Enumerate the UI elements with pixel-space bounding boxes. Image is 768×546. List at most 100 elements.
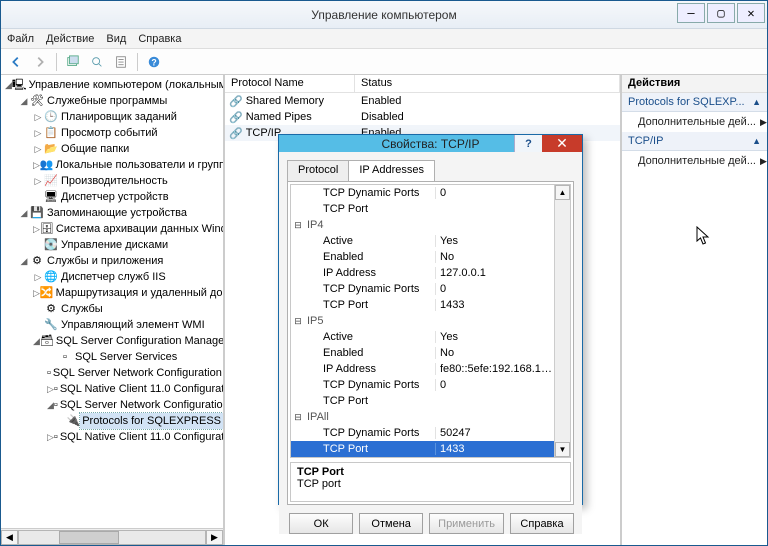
protocol-name: Named Pipes <box>246 111 312 123</box>
scroll-thumb[interactable] <box>59 531 119 544</box>
tab-ip-addresses[interactable]: IP Addresses <box>348 160 435 181</box>
toolbar-icon-2[interactable] <box>86 52 108 72</box>
tree-sqlnetcfg32[interactable]: SQL Server Network Configuration (32 <box>51 365 223 381</box>
tree-tools[interactable]: Служебные программы <box>45 93 169 109</box>
collapse-toggle[interactable]: ⊟ <box>291 220 305 231</box>
menu-view[interactable]: Вид <box>106 33 126 45</box>
tree-localusers[interactable]: Локальные пользователи и группы <box>54 157 223 173</box>
tree-sqlservices[interactable]: SQL Server Services <box>73 349 179 365</box>
wmi-icon: 🔧 <box>43 318 59 332</box>
pg-val[interactable]: 0 <box>435 187 554 199</box>
tree-perf[interactable]: Производительность <box>59 173 170 189</box>
col-status[interactable]: Status <box>355 75 620 92</box>
tree-diskmgmt[interactable]: Управление дисками <box>59 237 170 253</box>
pg-val-selected[interactable]: 1433 <box>435 443 554 455</box>
tree-hscrollbar[interactable]: ◀ ▶ <box>1 528 223 545</box>
scroll-down-button[interactable]: ▼ <box>555 442 570 457</box>
pg-val[interactable]: 50247 <box>435 427 554 439</box>
list-row[interactable]: 🔗Named Pipes Disabled <box>225 109 620 125</box>
pg-val[interactable]: No <box>435 347 554 359</box>
pg-val[interactable]: No <box>435 251 554 263</box>
folder-icon: 📂 <box>43 142 59 156</box>
pg-key: TCP Port <box>305 203 435 215</box>
cancel-button[interactable]: Отмена <box>359 513 423 534</box>
tree-wmi[interactable]: Управляющий элемент WMI <box>59 317 207 333</box>
tree-sqlcfg[interactable]: SQL Server Configuration Manager <box>54 333 223 349</box>
tree-devmgr[interactable]: Диспетчер устройств <box>59 189 171 205</box>
close-window-button[interactable]: ✕ <box>737 3 765 23</box>
tree-iis[interactable]: Диспетчер служб IIS <box>59 269 168 285</box>
back-button[interactable] <box>5 52 27 72</box>
pg-group[interactable]: IPAll <box>305 411 435 423</box>
rras-icon: 🔀 <box>40 286 54 300</box>
toolbar-properties-icon[interactable] <box>110 52 132 72</box>
forward-button[interactable] <box>29 52 51 72</box>
dialog-titlebar[interactable]: Свойства: TCP/IP ? ✕ <box>279 135 582 152</box>
diskmgmt-icon: 💽 <box>43 238 59 252</box>
tree-scheduler[interactable]: Планировщик заданий <box>59 109 179 125</box>
pg-val[interactable]: 127.0.0.1 <box>435 267 554 279</box>
collapse-icon: ▲ <box>752 136 761 146</box>
tree-snac11[interactable]: SQL Native Client 11.0 Configuration <box>58 429 223 445</box>
tree-sqlnetcfg[interactable]: SQL Server Network Configuration <box>58 397 223 413</box>
pg-group[interactable]: IP4 <box>305 219 435 231</box>
tree-pane: ◢🖳Управление компьютером (локальным) ◢🛠С… <box>1 75 225 545</box>
actions-section-protocols[interactable]: Protocols for SQLEXP... ▲ <box>622 93 767 112</box>
window-title: Управление компьютером <box>311 8 456 22</box>
maximize-button[interactable]: ▢ <box>707 3 735 23</box>
pg-key: IP Address <box>305 267 435 279</box>
scroll-up-button[interactable]: ▲ <box>555 185 570 200</box>
minimize-button[interactable]: — <box>677 3 705 23</box>
pg-val[interactable]: Yes <box>435 235 554 247</box>
tree-svcs[interactable]: Службы <box>59 301 105 317</box>
col-protocol-name[interactable]: Protocol Name <box>225 75 355 92</box>
tree-protocols[interactable]: Protocols for SQLEXPRESS <box>80 413 223 429</box>
pg-key: TCP Dynamic Ports <box>305 283 435 295</box>
scroll-right-button[interactable]: ▶ <box>206 530 223 545</box>
propgrid-vscrollbar[interactable]: ▲ ▼ <box>554 185 570 457</box>
actions-more-protocols[interactable]: Дополнительные дей...▶ <box>622 112 767 132</box>
dialog-close-button[interactable]: ✕ <box>542 135 582 152</box>
pg-val[interactable]: fe80::5efe:192.168.10.2%13 <box>435 363 554 375</box>
pg-key: TCP Port <box>305 443 435 455</box>
help-button[interactable]: Справка <box>510 513 574 534</box>
actions-more-tcpip[interactable]: Дополнительные дей...▶ <box>622 151 767 171</box>
actions-section-tcpip[interactable]: TCP/IP ▲ <box>622 132 767 151</box>
property-description: TCP Port TCP port <box>290 462 571 502</box>
menu-help[interactable]: Справка <box>138 33 181 45</box>
tree-root[interactable]: Управление компьютером (локальным) <box>27 77 223 93</box>
protocol-icon: 🔗 <box>229 127 243 140</box>
dialog-help-button[interactable]: ? <box>514 135 542 152</box>
tree-storage[interactable]: Запоминающие устройства <box>45 205 189 221</box>
pg-group[interactable]: IP5 <box>305 315 435 327</box>
iis-icon: 🌐 <box>43 270 59 284</box>
tab-protocol[interactable]: Protocol <box>287 160 349 181</box>
property-grid[interactable]: TCP Dynamic Ports0 TCP Port ⊟IP4 ActiveY… <box>290 184 571 458</box>
storage-icon: 💾 <box>29 206 45 220</box>
tree-sharedfolders[interactable]: Общие папки <box>59 141 131 157</box>
pg-val[interactable]: Yes <box>435 331 554 343</box>
protocols-icon: 🔌 <box>67 414 81 428</box>
scroll-left-button[interactable]: ◀ <box>1 530 18 545</box>
navigation-tree[interactable]: ◢🖳Управление компьютером (локальным) ◢🛠С… <box>1 75 223 528</box>
tree-snac11-32[interactable]: SQL Native Client 11.0 Configuration ( <box>58 381 223 397</box>
toolbar-icon-1[interactable] <box>62 52 84 72</box>
ok-button[interactable]: ОК <box>289 513 353 534</box>
pg-val[interactable]: 1433 <box>435 299 554 311</box>
toolbar-help-icon[interactable]: ? <box>143 52 165 72</box>
menu-file[interactable]: Файл <box>7 33 34 45</box>
menu-action[interactable]: Действие <box>46 33 94 45</box>
pg-val[interactable]: 0 <box>435 283 554 295</box>
pg-val[interactable]: 0 <box>435 379 554 391</box>
apply-button[interactable]: Применить <box>429 513 504 534</box>
perf-icon: 📈 <box>43 174 59 188</box>
tools-icon: 🛠 <box>29 94 45 108</box>
tree-eventviewer[interactable]: Просмотр событий <box>59 125 160 141</box>
tree-services[interactable]: Службы и приложения <box>45 253 165 269</box>
tree-rras[interactable]: Маршрутизация и удаленный доступ <box>54 285 223 301</box>
collapse-toggle[interactable]: ⊟ <box>291 316 305 327</box>
list-row[interactable]: 🔗Shared Memory Enabled <box>225 93 620 109</box>
collapse-toggle[interactable]: ⊟ <box>291 412 305 423</box>
tree-wsb[interactable]: Система архивации данных Windows Ser <box>54 221 223 237</box>
list-header[interactable]: Protocol Name Status <box>225 75 620 93</box>
